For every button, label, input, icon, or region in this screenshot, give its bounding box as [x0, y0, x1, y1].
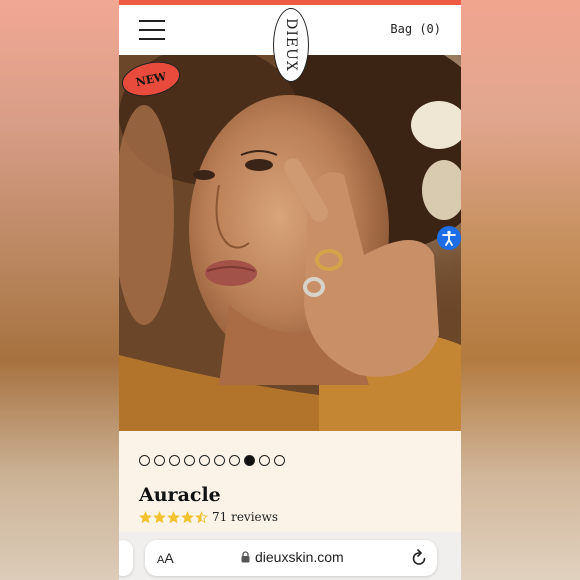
mobile-screen: Bag (0) DIEUX NEW Auracle 71 reviews AA …: [119, 0, 461, 580]
accessibility-icon: [442, 230, 456, 246]
product-rating: 71 reviews: [139, 510, 278, 524]
carousel-dot[interactable]: [259, 455, 270, 466]
reload-icon: [412, 549, 426, 565]
star-icon: [167, 510, 180, 523]
text-size-large-a: A: [164, 550, 174, 566]
lock-icon: [241, 551, 250, 563]
browser-toolbar: AA dieuxskin.com: [119, 532, 461, 580]
reload-button[interactable]: [411, 549, 427, 570]
product-title: Auracle: [139, 484, 221, 506]
carousel-dot[interactable]: [199, 455, 210, 466]
star-icon: [195, 510, 208, 523]
carousel-dot[interactable]: [229, 455, 240, 466]
hamburger-icon: [139, 20, 165, 22]
hamburger-line: [139, 29, 165, 31]
reviews-link[interactable]: 71 reviews: [212, 510, 278, 524]
text-size-button[interactable]: AA: [157, 550, 174, 566]
brand-logo[interactable]: DIEUX: [273, 8, 309, 82]
product-image-carousel[interactable]: NEW: [119, 55, 461, 431]
bag-link[interactable]: Bag (0): [390, 22, 441, 36]
star-icon: [153, 510, 166, 523]
carousel-dot[interactable]: [139, 455, 150, 466]
address-bar[interactable]: AA dieuxskin.com: [145, 540, 437, 576]
carousel-dot[interactable]: [184, 455, 195, 466]
previous-tab-pill[interactable]: [119, 540, 133, 576]
carousel-dot[interactable]: [244, 455, 255, 466]
carousel-dots: [139, 455, 285, 467]
hamburger-menu-button[interactable]: [139, 19, 165, 41]
product-photo: [119, 55, 461, 431]
carousel-dot[interactable]: [214, 455, 225, 466]
blurred-background-left: [0, 0, 120, 580]
carousel-dot[interactable]: [274, 455, 285, 466]
url-display[interactable]: dieuxskin.com: [241, 549, 344, 565]
star-rating: [139, 510, 208, 524]
new-badge: NEW: [121, 61, 181, 97]
carousel-dot[interactable]: [154, 455, 165, 466]
blurred-background-right: [461, 0, 580, 580]
hamburger-line: [139, 38, 165, 40]
url-text: dieuxskin.com: [255, 549, 344, 565]
star-icon: [181, 510, 194, 523]
accessibility-button[interactable]: [437, 226, 461, 250]
carousel-dot[interactable]: [169, 455, 180, 466]
star-icon: [139, 510, 152, 523]
logo-text: DIEUX: [283, 18, 299, 72]
